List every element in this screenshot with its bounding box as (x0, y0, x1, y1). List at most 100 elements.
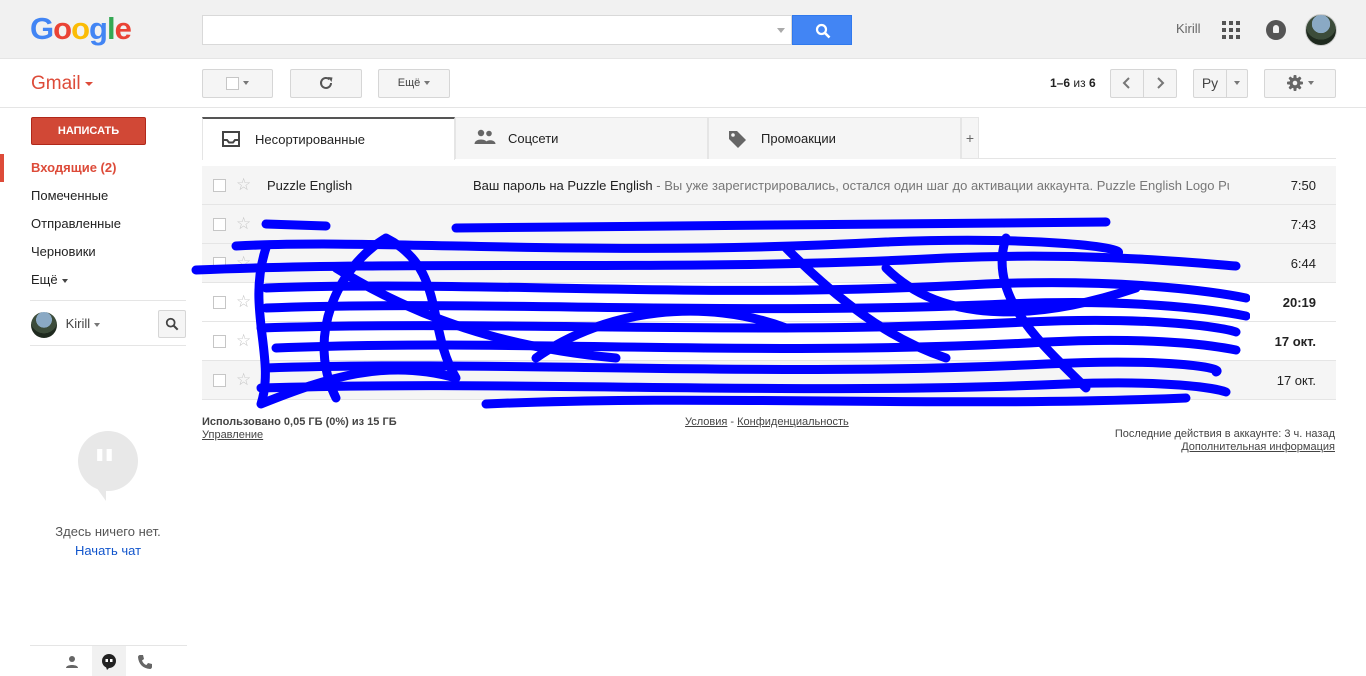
star-icon[interactable]: ☆ (236, 292, 251, 312)
sidebar-item-drafts[interactable]: Черновики (0, 238, 186, 266)
row-checkbox[interactable] (213, 296, 226, 309)
add-tab-button[interactable]: + (961, 117, 979, 159)
message-row[interactable]: ☆ 17 окт. (202, 361, 1336, 400)
category-tabs: Несортированные Соцсети Промоакции + (202, 117, 1336, 160)
pager-range: 1–6 (1050, 76, 1071, 90)
top-bar: Google Kirill (0, 0, 1366, 59)
settings-button[interactable] (1264, 69, 1336, 98)
google-logo[interactable]: Google (30, 11, 132, 47)
sidebar-divider (30, 345, 186, 346)
sidebar-item-more[interactable]: Ещё (0, 266, 186, 294)
star-icon[interactable]: ☆ (236, 253, 251, 273)
account-avatar[interactable] (1305, 14, 1337, 46)
tag-icon (729, 131, 746, 148)
details-link-text[interactable]: Дополнительная информация (1181, 441, 1335, 453)
row-checkbox[interactable] (213, 218, 226, 231)
more-actions-button[interactable]: Ещё (378, 69, 450, 98)
sidebar-item-starred[interactable]: Помеченные (0, 182, 186, 210)
sidebar-item-label: Отправленные (31, 216, 121, 231)
search-input[interactable] (203, 16, 763, 44)
row-checkbox[interactable] (213, 335, 226, 348)
chat-search-button[interactable] (158, 310, 186, 338)
message-snippet: - Вы уже зарегистрировались, остался оди… (652, 178, 1229, 193)
chevron-down-icon (424, 81, 431, 86)
gmail-menu[interactable]: Gmail (31, 73, 93, 95)
logo-letter: g (89, 11, 108, 46)
message-date: 6:44 (1290, 256, 1316, 271)
people-icon (474, 129, 496, 144)
logo-letter: o (71, 11, 90, 46)
message-row[interactable]: ☆ 20:19 (202, 283, 1336, 322)
select-checkbox[interactable] (226, 76, 239, 90)
activity-details-link[interactable]: Дополнительная информация (1181, 441, 1335, 453)
toolbar-divider (0, 107, 1366, 108)
search-icon (165, 317, 179, 331)
hangouts-tab[interactable] (92, 646, 126, 676)
newer-page-button[interactable] (1110, 69, 1144, 98)
search-icon (815, 23, 831, 39)
star-icon[interactable]: ☆ (236, 175, 251, 195)
person-icon (66, 656, 78, 668)
chevron-right-icon (1157, 77, 1165, 89)
start-chat-link[interactable]: Начать чат (0, 543, 216, 558)
search-box[interactable] (202, 15, 792, 45)
row-checkbox[interactable] (213, 257, 226, 270)
account-name[interactable]: Kirill (1176, 21, 1201, 36)
terms-link[interactable]: Условия (685, 416, 727, 428)
message-date: 20:19 (1282, 295, 1316, 310)
compose-button[interactable]: НАПИСАТЬ (31, 117, 146, 145)
chevron-down-icon (1234, 81, 1240, 86)
input-tools-menu-button[interactable] (1226, 69, 1248, 98)
tab-label: Промоакции (761, 131, 836, 146)
manage-storage-link[interactable]: Управление (202, 429, 263, 441)
search-button[interactable] (792, 15, 852, 45)
avatar (31, 311, 57, 338)
tab-social[interactable]: Соцсети (455, 117, 708, 159)
chat-user-name: Kirill (65, 316, 91, 331)
sidebar-item-sent[interactable]: Отправленные (0, 210, 186, 238)
phone-tab[interactable] (128, 646, 162, 676)
sidebar-item-label: Черновики (31, 244, 96, 259)
contacts-tab[interactable] (55, 646, 89, 676)
star-icon[interactable]: ☆ (236, 331, 251, 351)
chevron-down-icon (84, 81, 93, 86)
tab-label: Соцсети (508, 131, 559, 146)
hangouts-icon (102, 654, 116, 670)
chevron-down-icon (1308, 81, 1314, 86)
notifications-bell-icon[interactable] (1266, 20, 1286, 40)
input-tools-button[interactable]: Ру (1193, 69, 1227, 98)
folder-nav: Входящие (2) Помеченные Отправленные Чер… (0, 154, 186, 294)
sidebar-item-inbox[interactable]: Входящие (2) (0, 154, 186, 182)
tab-promotions[interactable]: Промоакции (708, 117, 961, 159)
row-checkbox[interactable] (213, 179, 226, 192)
older-page-button[interactable] (1143, 69, 1177, 98)
logo-letter: e (114, 11, 132, 46)
message-row[interactable]: ☆ 6:44 (202, 244, 1336, 283)
message-row[interactable]: ☆ 7:43 (202, 205, 1336, 244)
hangouts-quote-icon: " (78, 431, 138, 501)
apps-grid-icon[interactable] (1222, 21, 1240, 39)
manage-link-text[interactable]: Управление (202, 429, 263, 441)
row-checkbox[interactable] (213, 374, 226, 387)
star-icon[interactable]: ☆ (236, 370, 251, 390)
pager-count: 1–6 из 6 (1050, 76, 1096, 90)
tab-primary[interactable]: Несортированные (202, 117, 455, 160)
more-actions-label: Ещё (397, 77, 421, 89)
logo-letter: G (30, 11, 54, 46)
refresh-button[interactable] (290, 69, 362, 98)
sidebar-item-label: Входящие (2) (31, 160, 117, 175)
star-icon[interactable]: ☆ (236, 214, 251, 234)
chevron-down-icon (94, 322, 101, 327)
message-row[interactable]: ☆ 17 окт. (202, 322, 1336, 361)
search-options-caret-icon[interactable] (777, 28, 785, 33)
privacy-link[interactable]: Конфиденциальность (737, 416, 849, 428)
select-all-button[interactable] (202, 69, 273, 98)
logo-letter: l (106, 11, 116, 46)
message-list: ☆ Puzzle English Ваш пароль на Puzzle En… (202, 166, 1336, 400)
chat-status-menu[interactable]: Kirill (31, 311, 101, 338)
message-row[interactable]: ☆ Puzzle English Ваш пароль на Puzzle En… (202, 166, 1336, 205)
phone-icon (138, 655, 152, 669)
message-date: 17 окт. (1274, 334, 1316, 349)
tab-label: Несортированные (255, 132, 366, 147)
inbox-icon (222, 131, 240, 147)
